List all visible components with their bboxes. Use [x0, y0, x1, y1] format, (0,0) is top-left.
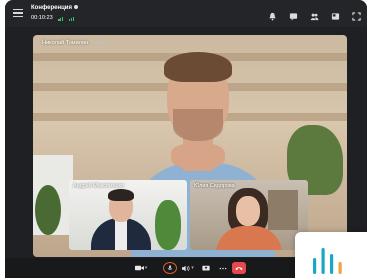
brand-logo: [313, 248, 342, 274]
microphone-icon: [167, 265, 173, 270]
speaker-hands: [171, 143, 225, 169]
participant-head: [236, 196, 260, 226]
conference-title: Конференция: [31, 5, 78, 11]
more-icon: [219, 267, 227, 269]
top-bar: Конференция 00:10:23: [5, 0, 367, 27]
background-plant: [155, 200, 181, 250]
call-timer: 00:10:23: [31, 15, 75, 21]
bell-icon[interactable]: [268, 8, 277, 21]
background-plant: [35, 185, 61, 235]
top-actions: [268, 8, 361, 21]
chat-icon[interactable]: [289, 8, 298, 21]
volume-icon: [182, 265, 190, 271]
screen-share-button[interactable]: [200, 262, 212, 274]
camera-icon: [134, 265, 144, 271]
chevron-down-icon[interactable]: ▾: [145, 265, 148, 271]
speaker-beard: [173, 109, 223, 141]
fullscreen-icon[interactable]: [352, 8, 361, 21]
mic-status-icon: [98, 41, 105, 45]
more-button[interactable]: [217, 262, 229, 274]
screen-share-icon: [202, 265, 210, 270]
participant-name: Юлия Сидорова: [194, 183, 235, 189]
menu-icon[interactable]: [13, 9, 23, 17]
microphone-button[interactable]: [163, 262, 177, 274]
end-call-icon: [235, 266, 243, 270]
signal-quality-icon: [69, 15, 74, 21]
background-shelf: [268, 190, 298, 230]
conference-title-text: Конференция: [31, 5, 72, 11]
main-participant-name: Николай Томилин: [42, 40, 89, 46]
layout-icon[interactable]: [331, 8, 340, 20]
signal-icon: [58, 15, 64, 21]
camera-button[interactable]: ▾: [133, 262, 149, 274]
participants-icon[interactable]: [310, 8, 319, 21]
call-timer-text: 00:10:23: [31, 15, 53, 21]
speaker-hair: [164, 52, 232, 82]
participant-name: Андрей Максименко: [73, 183, 124, 189]
brand-logo-card: [295, 232, 367, 278]
chevron-down-icon[interactable]: ▾: [191, 265, 194, 271]
main-participant-label: Николай Томилин: [42, 40, 105, 46]
participant-tile[interactable]: Андрей Максименко: [69, 180, 187, 250]
participant-shirt: [115, 218, 127, 250]
participant-tile[interactable]: Юлия Сидорова: [190, 180, 308, 250]
end-call-button[interactable]: [232, 262, 246, 274]
participant-hair: [108, 189, 134, 201]
volume-button[interactable]: ▾: [180, 262, 196, 274]
info-icon[interactable]: [73, 5, 78, 10]
